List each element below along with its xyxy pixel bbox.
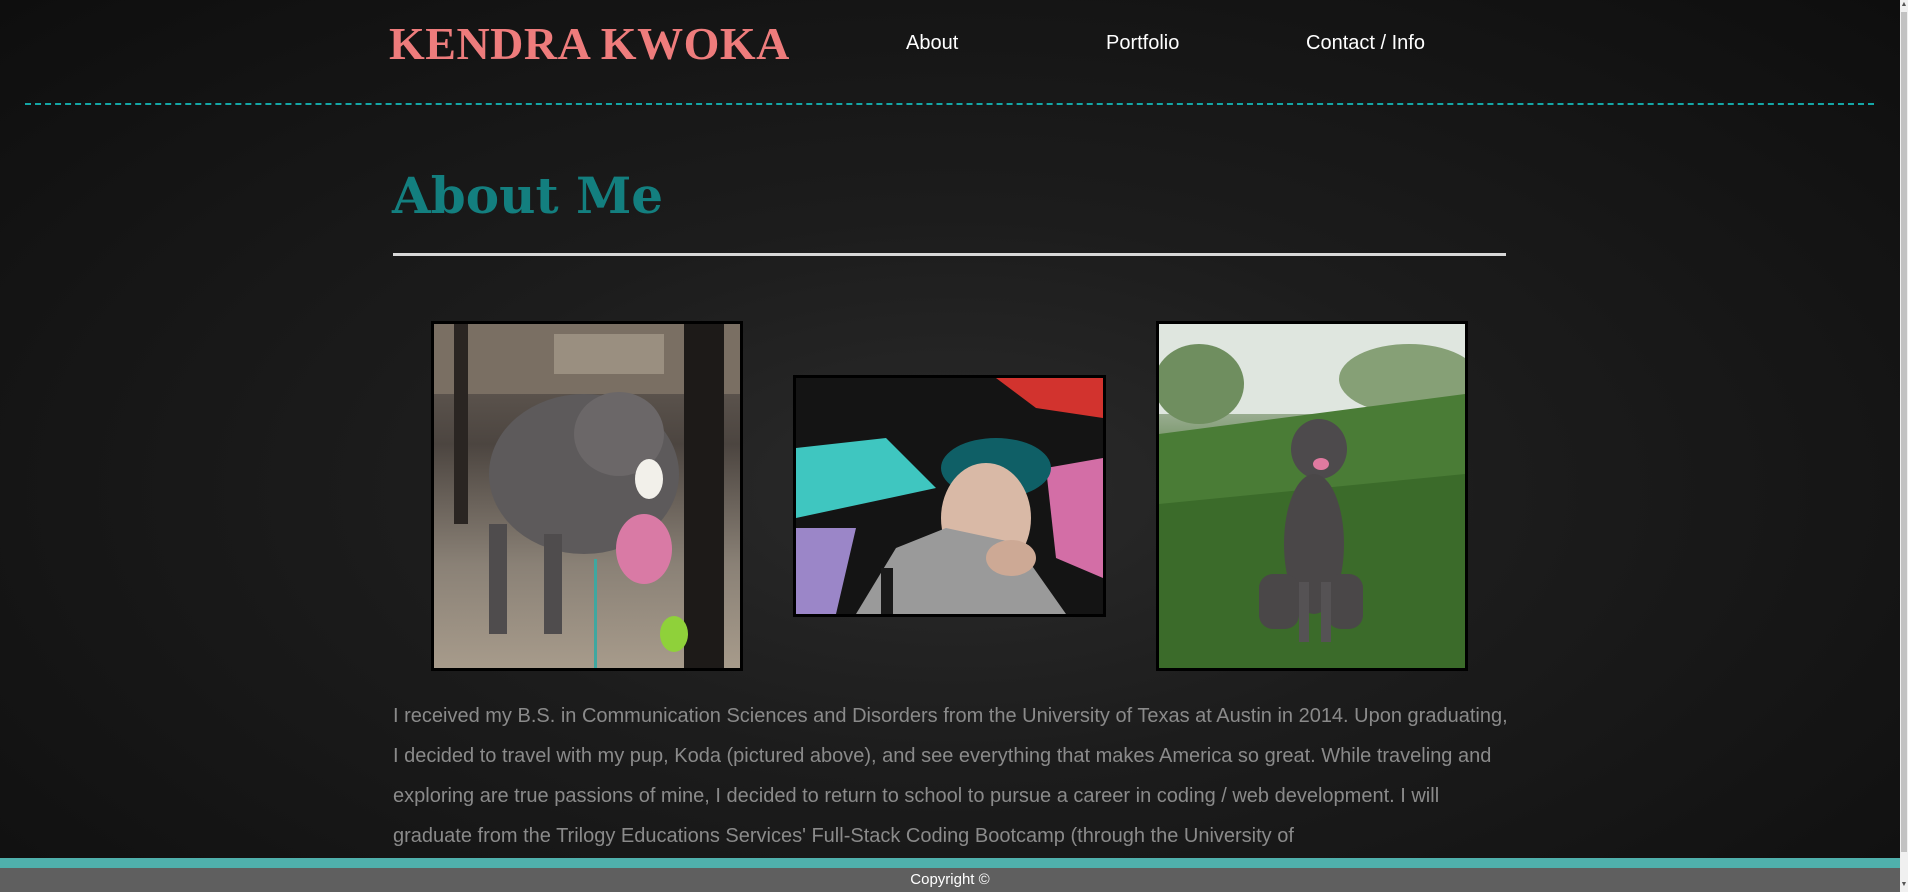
nav-link-portfolio[interactable]: Portfolio [1106,30,1179,56]
photo-koda-grass [1156,321,1468,671]
page-title: About Me [392,166,664,225]
photo-kendra-portrait [793,375,1106,617]
title-divider [393,253,1506,256]
site-footer: Copyright © [0,868,1900,892]
nav-link-about[interactable]: About [906,30,958,56]
dog-photo-image [1159,324,1465,668]
vertical-scrollbar[interactable]: ▲ ▼ [1900,0,1908,892]
copyright-text: Copyright © [910,871,990,888]
site-header: KENDRA KWOKA About Portfolio Contact / I… [0,0,1900,105]
photo-koda-patio [431,321,743,671]
brand-logo-link[interactable]: KENDRA KWOKA [389,14,790,74]
footer-accent-bar [0,858,1900,868]
bio-paragraph: I received my B.S. in Communication Scie… [393,705,1508,847]
page: KENDRA KWOKA About Portfolio Contact / I… [0,0,1908,892]
scroll-up-arrow-icon[interactable]: ▲ [1900,0,1908,10]
header-divider [25,103,1874,105]
dog-photo-image [434,324,740,668]
nav-link-contact-info[interactable]: Contact / Info [1306,30,1425,56]
scroll-down-arrow-icon[interactable]: ▼ [1900,880,1908,890]
portrait-photo-image [796,378,1103,614]
scrollbar-thumb[interactable] [1901,12,1907,852]
